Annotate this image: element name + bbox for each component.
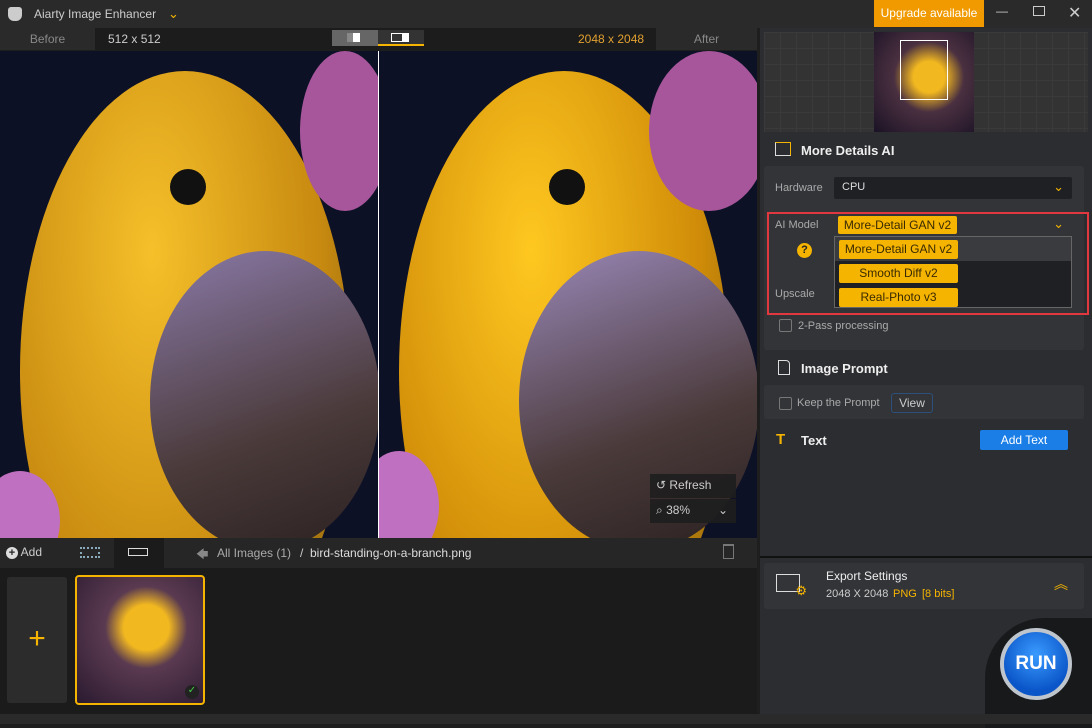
app-title: Aiarty Image Enhancer	[34, 7, 157, 21]
document-icon	[778, 360, 790, 375]
hardware-select[interactable]: CPU ⌄	[834, 177, 1072, 199]
check-icon: ✓	[185, 685, 199, 699]
refresh-label: Refresh	[669, 478, 712, 492]
maximize-icon[interactable]	[1033, 6, 1045, 16]
hardware-label: Hardware	[775, 182, 823, 194]
add-text-button[interactable]: Add Text	[980, 430, 1068, 450]
back-arrow-icon[interactable]: 🡄	[196, 545, 208, 566]
breadcrumb-separator: /	[300, 546, 304, 560]
before-label: Before	[0, 28, 95, 50]
export-format: PNG	[893, 588, 917, 600]
help-icon[interactable]: ?	[797, 243, 812, 258]
export-settings-icon: ⚙	[776, 574, 807, 598]
upgrade-button[interactable]: Upgrade available	[874, 0, 984, 27]
export-size: 2048 X 2048	[826, 588, 889, 600]
add-button[interactable]: + Add	[6, 545, 42, 559]
minimize-icon[interactable]: —	[996, 4, 1008, 18]
export-bits: [8 bits]	[922, 588, 955, 600]
export-title: Export Settings	[826, 569, 908, 583]
plus-circle-icon: +	[6, 547, 18, 559]
before-size: 512 x 512	[108, 32, 161, 46]
refresh-icon: ↺	[656, 478, 670, 492]
ai-model-select[interactable]: More-Detail GAN v2 ⌄	[834, 214, 1072, 236]
after-size: 2048 x 2048	[578, 32, 645, 46]
more-details-icon	[775, 142, 791, 156]
breadcrumb-filename: bird-standing-on-a-branch.png	[310, 546, 472, 560]
compare-bar: Before 512 x 512 2048 x 2048 After	[0, 28, 757, 50]
bottom-toolbar: + Add 🡄 All Images (1) / bird-standing-o…	[0, 538, 757, 568]
chevron-down-icon: ⌄	[1053, 179, 1064, 194]
settings-panel: More Details AI Hardware CPU ⌄ AI Model M…	[760, 28, 1092, 728]
status-bar	[0, 714, 1092, 724]
app-logo-icon	[8, 7, 22, 21]
panel-divider	[760, 556, 1092, 558]
split-view-icon	[391, 33, 409, 42]
keep-prompt-checkbox[interactable]	[779, 397, 792, 410]
text-title: Text	[801, 433, 827, 448]
divider	[378, 51, 379, 538]
view-split-button[interactable]	[378, 30, 424, 46]
strip-view-button[interactable]	[114, 538, 164, 568]
chevron-down-icon: ⌄	[1053, 216, 1064, 231]
model-option[interactable]: Real-Photo v3	[839, 288, 958, 307]
chevron-up-double-icon[interactable]: ︽	[1054, 574, 1068, 594]
image-prompt-title: Image Prompt	[801, 361, 888, 376]
model-option[interactable]: More-Detail GAN v2	[839, 240, 958, 259]
export-settings-card[interactable]	[764, 563, 1084, 609]
trash-icon[interactable]	[723, 544, 734, 559]
add-image-tile[interactable]: +	[7, 577, 67, 703]
image-thumbnail[interactable]: ✓	[75, 575, 205, 705]
two-pass-label: 2-Pass processing	[798, 320, 889, 332]
navigator-preview[interactable]	[764, 32, 1088, 132]
zoom-value: 38%	[666, 503, 691, 517]
strip-view-icon	[128, 548, 148, 556]
before-image[interactable]	[0, 51, 378, 538]
close-icon[interactable]: ✕	[1068, 3, 1081, 23]
view-prompt-button[interactable]: View	[891, 393, 933, 413]
more-details-title: More Details AI	[801, 143, 895, 158]
run-button[interactable]: RUN	[1000, 628, 1072, 700]
after-label: After	[656, 28, 757, 50]
text-icon: T	[776, 431, 786, 448]
single-view-icon	[347, 33, 360, 42]
model-option[interactable]: Smooth Diff v2	[839, 264, 958, 283]
breadcrumb-root[interactable]: All Images (1)	[217, 546, 291, 560]
zoom-icon: ⌕	[656, 503, 667, 517]
app-menu-chevron-icon[interactable]: ⌄	[168, 6, 179, 22]
zoom-dropdown[interactable]: ⌕ 38% ⌄	[650, 499, 736, 523]
grid-view-icon[interactable]	[80, 547, 100, 558]
title-bar: Aiarty Image Enhancer ⌄ Upgrade availabl…	[0, 0, 1092, 28]
view-single-button[interactable]	[332, 30, 378, 46]
after-image[interactable]: ↺ Refresh ⌕ 38% ⌄	[379, 51, 757, 538]
ai-model-label: AI Model	[775, 219, 819, 231]
two-pass-checkbox[interactable]	[779, 319, 792, 332]
upscale-label: Upscale	[775, 288, 815, 300]
chevron-down-icon: ⌄	[717, 503, 728, 517]
viewport-box[interactable]	[900, 40, 948, 100]
ai-model-dropdown-list: More-Detail GAN v2 Smooth Diff v2 Real-P…	[834, 236, 1072, 308]
refresh-button[interactable]: ↺ Refresh	[650, 474, 736, 498]
thumbnail-strip: + ✓	[0, 568, 757, 714]
keep-prompt-label: Keep the Prompt	[797, 397, 880, 409]
